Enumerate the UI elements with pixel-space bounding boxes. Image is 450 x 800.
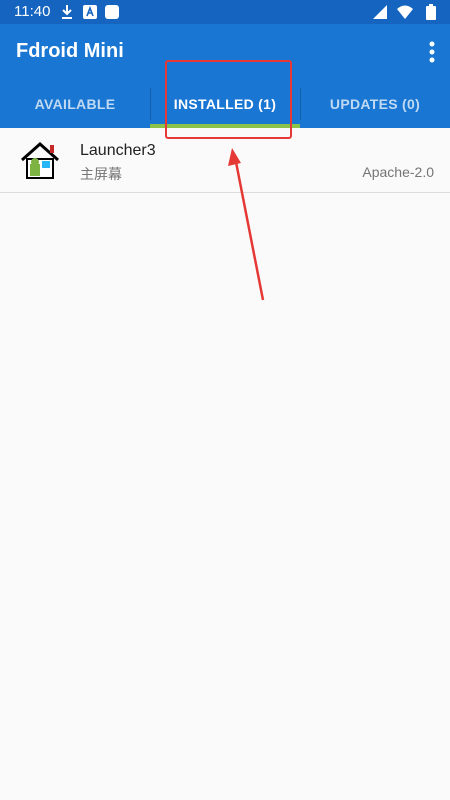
- annotation-arrow-icon: [228, 148, 265, 301]
